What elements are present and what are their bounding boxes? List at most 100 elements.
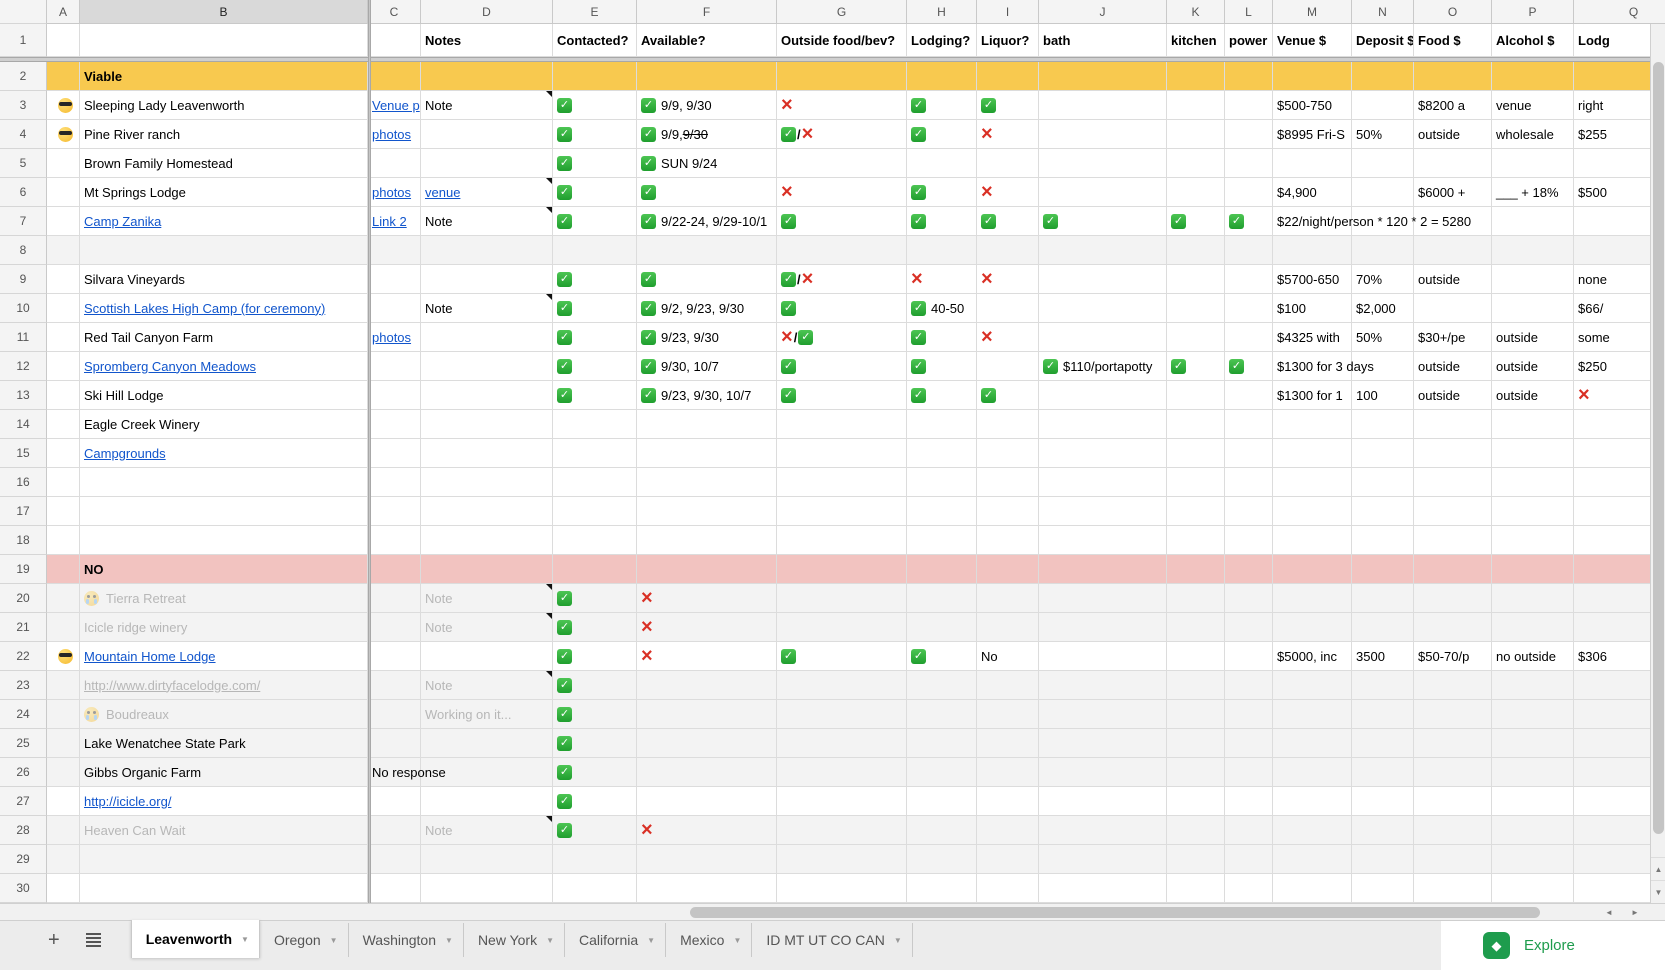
cell-O15[interactable]: [1414, 439, 1492, 468]
cell-F17[interactable]: [637, 497, 777, 526]
cell-J9[interactable]: [1039, 265, 1167, 294]
cell-E6[interactable]: ✓: [553, 178, 637, 207]
cell-O16[interactable]: [1414, 468, 1492, 497]
cell-P24[interactable]: [1492, 700, 1574, 729]
cell-B10[interactable]: Scottish Lakes High Camp (for ceremony): [80, 294, 368, 323]
cell-P23[interactable]: [1492, 671, 1574, 700]
cell-E4[interactable]: ✓: [553, 120, 637, 149]
cell-M24[interactable]: [1273, 700, 1352, 729]
cell-L15[interactable]: [1225, 439, 1273, 468]
cell-G4[interactable]: ✓ / ×: [777, 120, 907, 149]
cell-B18[interactable]: [80, 526, 368, 555]
cell-K11[interactable]: [1167, 323, 1225, 352]
cell-O3[interactable]: $8200 a: [1414, 91, 1492, 120]
scroll-right-arrow-icon[interactable]: ►: [1624, 904, 1646, 921]
cell-I15[interactable]: [977, 439, 1039, 468]
cell-I2[interactable]: [977, 62, 1039, 91]
cell-B23[interactable]: http://www.dirtyfacelodge.com/: [80, 671, 368, 700]
cell-E15[interactable]: [553, 439, 637, 468]
cell-B25[interactable]: Lake Wenatchee State Park: [80, 729, 368, 758]
cell-L20[interactable]: [1225, 584, 1273, 613]
row-header-3[interactable]: 3: [0, 91, 47, 120]
cell-C21[interactable]: [368, 613, 421, 642]
cell-J12[interactable]: ✓ $110/portapotty: [1039, 352, 1167, 381]
column-header-F[interactable]: F: [637, 0, 777, 24]
cell-F8[interactable]: [637, 236, 777, 265]
cell-G7[interactable]: ✓: [777, 207, 907, 236]
cell-C28[interactable]: [368, 816, 421, 845]
cell-O14[interactable]: [1414, 410, 1492, 439]
cell-J30[interactable]: [1039, 874, 1167, 903]
cell-J13[interactable]: [1039, 381, 1167, 410]
cell-B11[interactable]: Red Tail Canyon Farm: [80, 323, 368, 352]
cell-E10[interactable]: ✓: [553, 294, 637, 323]
cell-P8[interactable]: [1492, 236, 1574, 265]
sheet-tab-mexico[interactable]: Mexico ▼: [666, 923, 753, 957]
cell-E19[interactable]: [553, 555, 637, 584]
cell-J5[interactable]: [1039, 149, 1167, 178]
cell-H21[interactable]: [907, 613, 977, 642]
cell-O24[interactable]: [1414, 700, 1492, 729]
cell-O4[interactable]: outside: [1414, 120, 1492, 149]
cell-O10[interactable]: [1414, 294, 1492, 323]
cell-K1[interactable]: kitchen: [1167, 24, 1225, 57]
cell-O5[interactable]: [1414, 149, 1492, 178]
cell-A7[interactable]: [47, 207, 80, 236]
cell-K8[interactable]: [1167, 236, 1225, 265]
cell-P26[interactable]: [1492, 758, 1574, 787]
cell-I22[interactable]: No: [977, 642, 1039, 671]
cell-P6[interactable]: ___ + 18%: [1492, 178, 1574, 207]
cell-C23[interactable]: [368, 671, 421, 700]
cell-P13[interactable]: outside: [1492, 381, 1574, 410]
cell-M7[interactable]: $22/night/person * 120 * 2 = 5280: [1273, 207, 1471, 236]
cell-N16[interactable]: [1352, 468, 1414, 497]
cell-O2[interactable]: [1414, 62, 1492, 91]
cell-B22[interactable]: Mountain Home Lodge: [80, 642, 368, 671]
cell-A20[interactable]: [47, 584, 80, 613]
cell-L3[interactable]: [1225, 91, 1273, 120]
cell-D16[interactable]: [421, 468, 553, 497]
sheet-tab-washington[interactable]: Washington ▼: [349, 923, 464, 957]
cell-E9[interactable]: ✓: [553, 265, 637, 294]
cell-J10[interactable]: [1039, 294, 1167, 323]
cell-K22[interactable]: [1167, 642, 1225, 671]
cell-E29[interactable]: [553, 845, 637, 874]
column-header-J[interactable]: J: [1039, 0, 1167, 24]
cell-M1[interactable]: Venue $: [1273, 24, 1352, 57]
cell-P17[interactable]: [1492, 497, 1574, 526]
add-sheet-button[interactable]: +: [48, 929, 60, 952]
cell-O8[interactable]: [1414, 236, 1492, 265]
cell-O28[interactable]: [1414, 816, 1492, 845]
cell-G23[interactable]: [777, 671, 907, 700]
column-header-I[interactable]: I: [977, 0, 1039, 24]
cell-H8[interactable]: [907, 236, 977, 265]
cell-M10[interactable]: $100: [1273, 294, 1352, 323]
cell-A4[interactable]: [47, 120, 80, 149]
cell-B30[interactable]: [80, 874, 368, 903]
cell-F5[interactable]: ✓ SUN 9/24: [637, 149, 777, 178]
cell-J26[interactable]: [1039, 758, 1167, 787]
cell-B29[interactable]: [80, 845, 368, 874]
cell-N18[interactable]: [1352, 526, 1414, 555]
cell-K13[interactable]: [1167, 381, 1225, 410]
cell-E24[interactable]: ✓: [553, 700, 637, 729]
row-header-17[interactable]: 17: [0, 497, 47, 526]
cell-A15[interactable]: [47, 439, 80, 468]
horizontal-scrollbar-thumb[interactable]: [690, 907, 1540, 918]
cell-H3[interactable]: ✓: [907, 91, 977, 120]
cell-D11[interactable]: [421, 323, 553, 352]
cell-J4[interactable]: [1039, 120, 1167, 149]
cell-F2[interactable]: [637, 62, 777, 91]
cell-H16[interactable]: [907, 468, 977, 497]
cell-I9[interactable]: ×: [977, 265, 1039, 294]
cell-L16[interactable]: [1225, 468, 1273, 497]
cell-G12[interactable]: ✓: [777, 352, 907, 381]
column-header-H[interactable]: H: [907, 0, 977, 24]
cell-K28[interactable]: [1167, 816, 1225, 845]
cell-K4[interactable]: [1167, 120, 1225, 149]
row-header-1[interactable]: 1: [0, 24, 47, 57]
cell-J18[interactable]: [1039, 526, 1167, 555]
cell-F19[interactable]: [637, 555, 777, 584]
cell-K10[interactable]: [1167, 294, 1225, 323]
cell-I29[interactable]: [977, 845, 1039, 874]
